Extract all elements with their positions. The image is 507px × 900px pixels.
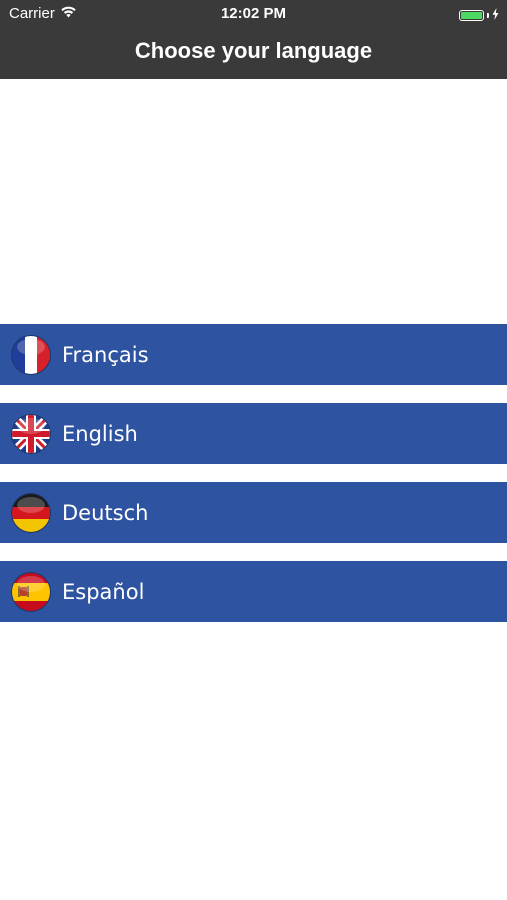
language-list: Français English Deutsch Español — [0, 324, 507, 640]
page-title: Choose your language — [134, 38, 373, 63]
language-option-spanish[interactable]: Español — [0, 561, 507, 622]
spain-flag-icon — [12, 572, 50, 611]
battery-nub — [487, 13, 489, 18]
status-time: 12:02 PM — [220, 5, 287, 22]
battery-level — [461, 12, 482, 19]
battery-indicator — [459, 7, 499, 24]
france-flag-icon — [12, 335, 50, 374]
language-label: Deutsch — [62, 500, 149, 525]
language-option-german[interactable]: Deutsch — [0, 482, 507, 543]
language-label: English — [62, 421, 138, 446]
navigation-bar: Choose your language — [0, 28, 507, 79]
germany-flag-icon — [12, 493, 50, 532]
language-label: Español — [62, 579, 145, 604]
language-label: Français — [62, 342, 149, 367]
uk-flag-icon — [12, 414, 50, 453]
battery-icon — [459, 10, 484, 21]
language-option-french[interactable]: Français — [0, 324, 507, 385]
language-option-english[interactable]: English — [0, 403, 507, 464]
charging-bolt-icon — [492, 7, 499, 24]
status-bar: Carrier 12:02 PM — [0, 0, 507, 28]
